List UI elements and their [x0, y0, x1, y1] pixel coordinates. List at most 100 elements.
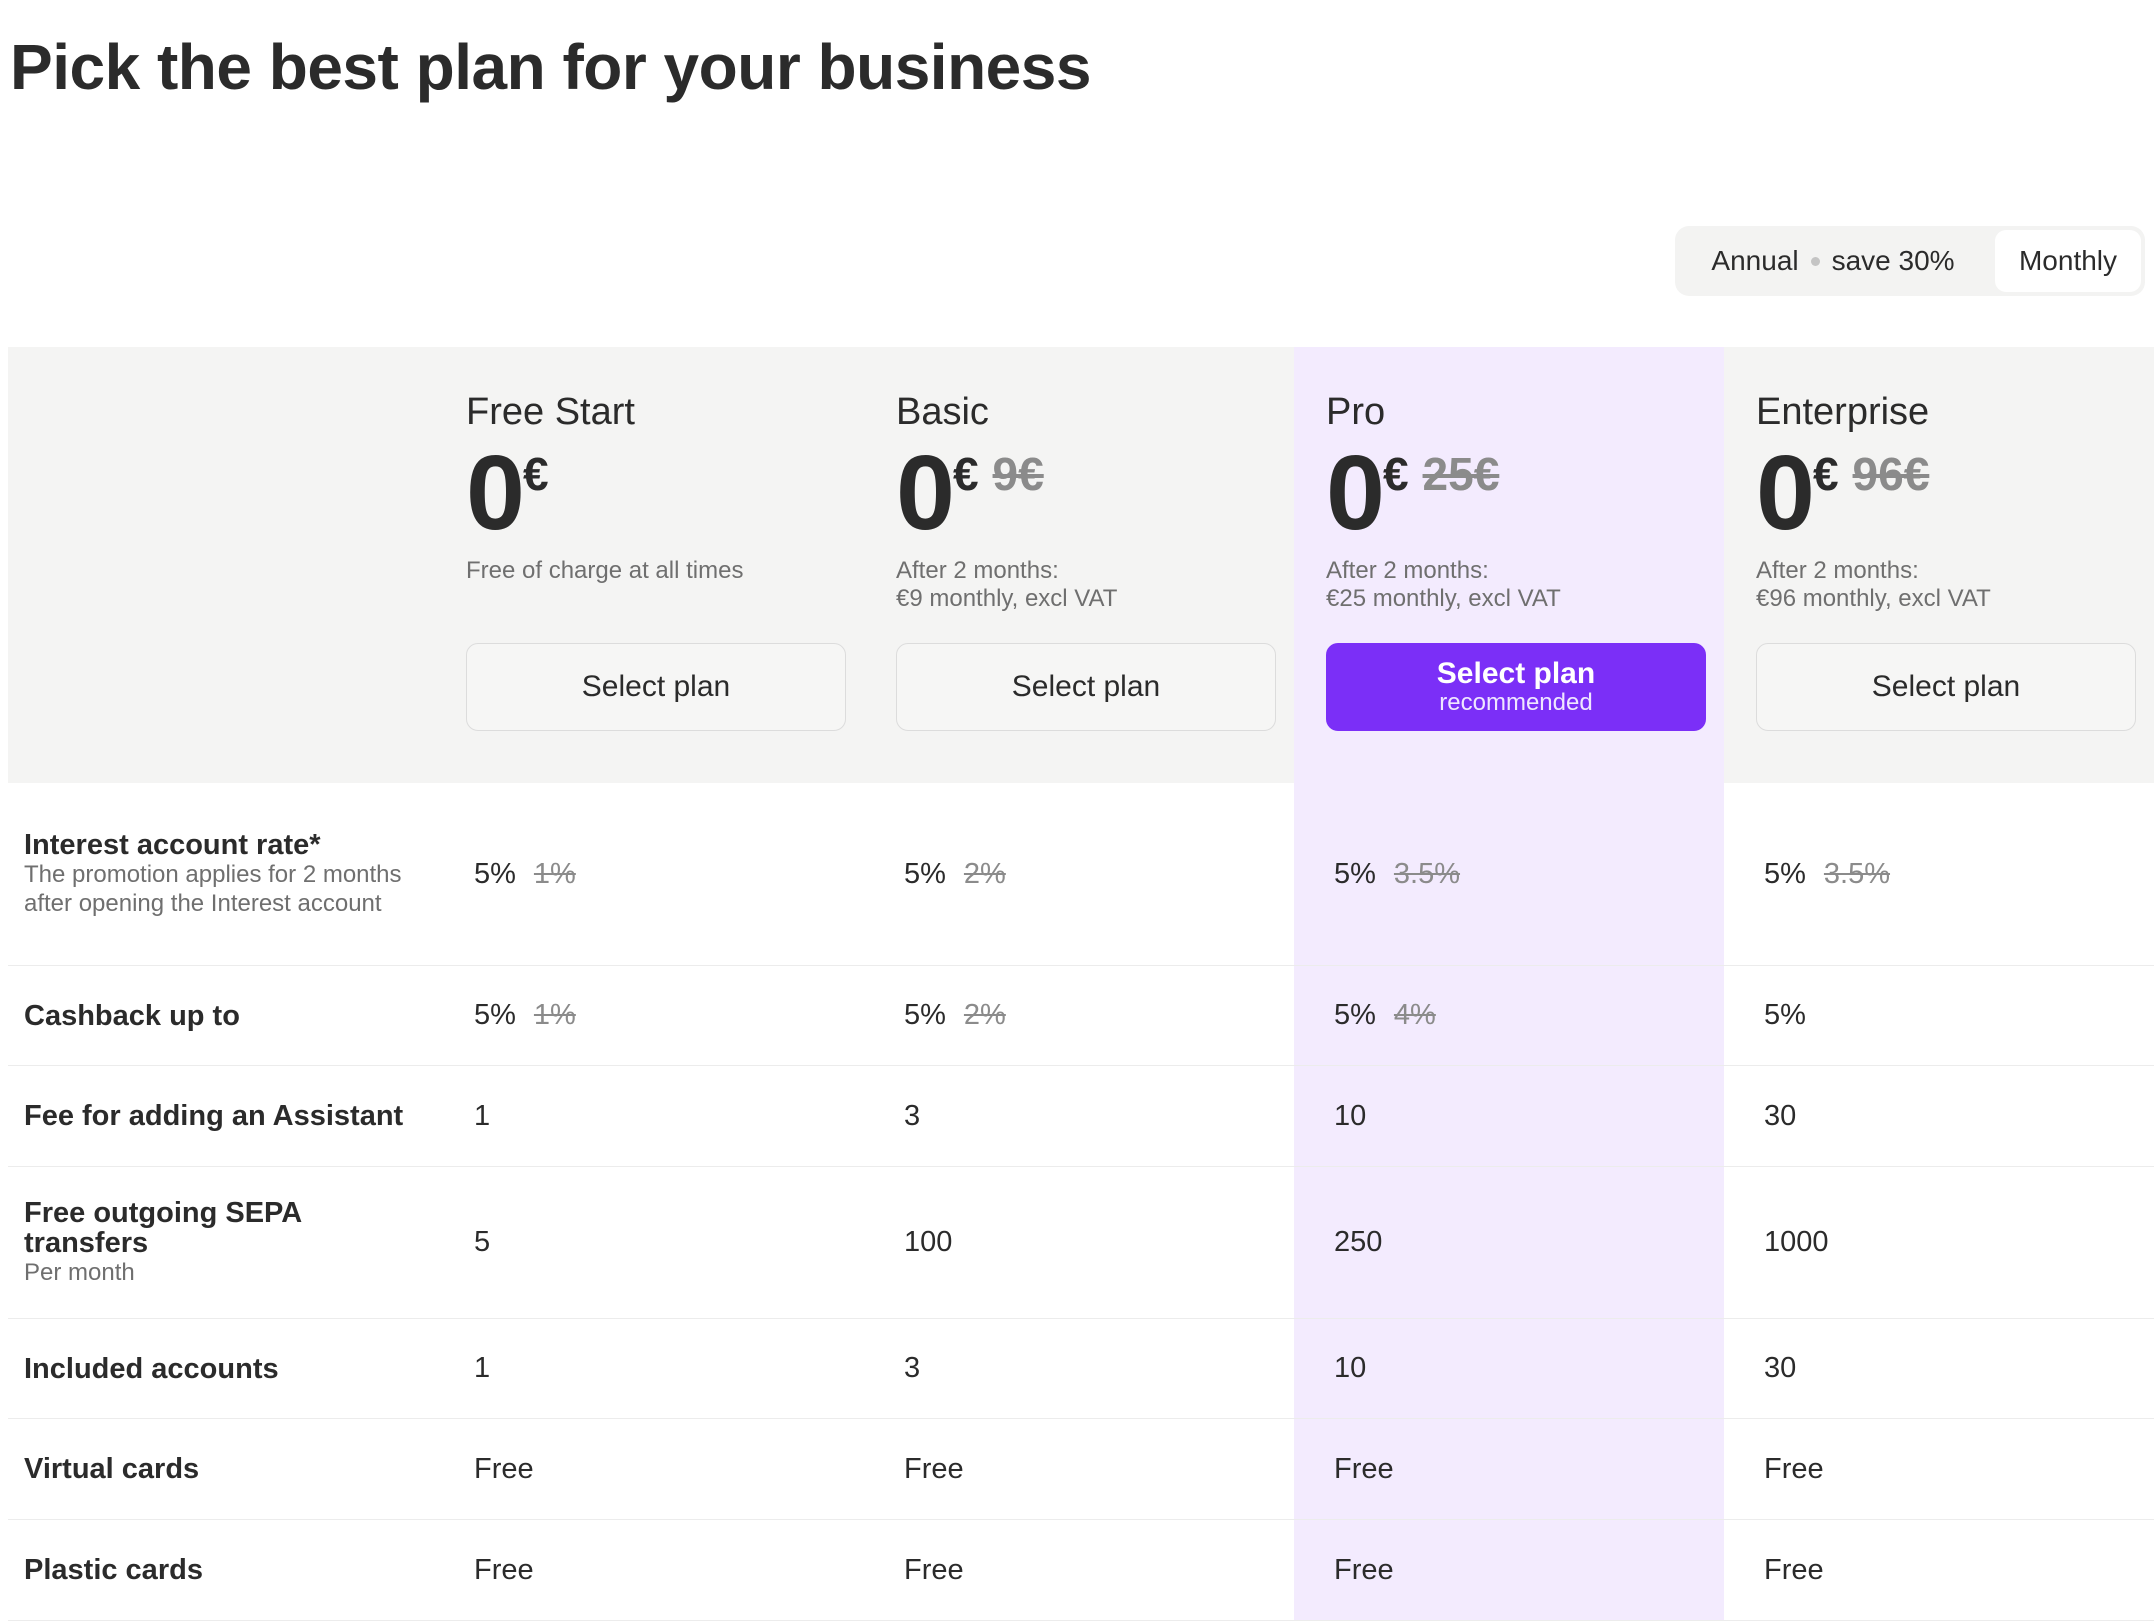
select-plan-button-free-start[interactable]: Select plan: [466, 643, 846, 731]
price-amount: 0: [896, 434, 955, 552]
select-plan-button-basic[interactable]: Select plan: [896, 643, 1276, 731]
feature-value-cell: 5% 2%: [904, 783, 1006, 965]
select-plan-button-pro[interactable]: Select plan recommended: [1326, 643, 1706, 731]
feature-value: Free: [904, 1452, 964, 1485]
feature-old-value: 3.5%: [1393, 857, 1461, 890]
feature-title: Plastic cards: [24, 1554, 203, 1586]
feature-old-value: 1%: [533, 999, 576, 1031]
feature-value-cell: 10: [1334, 1066, 1366, 1166]
feature-value: 5%: [1334, 999, 1376, 1031]
feature-title: Interest account rate*: [24, 829, 321, 861]
feature-row: Plastic cards Free Free Free Free: [8, 1520, 2154, 1621]
plan-name: Pro: [1326, 391, 1386, 433]
feature-title: Free outgoing SEPA transfers: [24, 1197, 302, 1259]
feature-value-cell: 5%: [1764, 966, 1806, 1065]
separator-dot-icon: [1810, 256, 1820, 266]
feature-value: Free: [1334, 1452, 1394, 1485]
feature-value: 3: [904, 1352, 921, 1384]
feature-value: Free: [1764, 1452, 1824, 1485]
recommended-label: recommended: [1439, 689, 1593, 716]
feature-value: 5%: [1334, 857, 1376, 890]
feature-value: 5%: [474, 857, 516, 890]
select-plan-label: Select plan: [581, 670, 731, 703]
price-currency: €: [952, 448, 979, 500]
plan-name: Enterprise: [1756, 391, 1930, 433]
original-price: 25€: [1422, 448, 1500, 500]
select-plan-button-enterprise[interactable]: Select plan: [1756, 643, 2136, 731]
pricing-table: Free Start 0€ Free of charge at all times S…: [8, 347, 2154, 1621]
feature-row: Included accounts 1 3 10 30: [8, 1319, 2154, 1419]
feature-old-value: 2%: [963, 857, 1006, 890]
billing-period-toggle[interactable]: Annual save 30% Monthly: [1675, 226, 2145, 296]
feature-value-cell: Free: [1764, 1520, 1824, 1620]
plan-header-basic: Basic 0€ 9€ After 2 months: €9 monthly, exc…: [896, 347, 1326, 783]
price-amount: 0: [1756, 434, 1815, 552]
feature-value-cell: 5: [474, 1167, 490, 1318]
plan-name: Free Start: [466, 391, 635, 433]
feature-value: 3: [904, 1099, 921, 1132]
select-plan-label: Select plan: [1011, 670, 1161, 703]
feature-value-cell: 5% 1%: [474, 966, 576, 1065]
feature-value: 1: [474, 1099, 491, 1132]
original-price: 9€: [992, 448, 1044, 500]
feature-value-cell: Free: [904, 1419, 964, 1519]
feature-label: Free outgoing SEPA transfers Per month: [24, 1167, 414, 1318]
feature-row: Interest account rate* The promotion appl…: [8, 783, 2154, 966]
feature-value: 30: [1764, 1352, 1797, 1384]
feature-rows: Interest account rate* The promotion appl…: [8, 783, 2154, 1621]
feature-value-cell: 1: [474, 1319, 490, 1418]
price-amount: 0: [466, 434, 525, 552]
feature-value-cell: 3: [904, 1319, 920, 1418]
feature-label: Cashback up to: [24, 966, 414, 1065]
feature-old-value: 3.5%: [1823, 857, 1891, 890]
feature-value: 10: [1334, 1352, 1367, 1384]
feature-row: Cashback up to 5% 1% 5% 2% 5% 4% 5%: [8, 966, 2154, 1066]
feature-title: Included accounts: [24, 1352, 279, 1385]
plan-description: Free of charge at all times: [466, 557, 744, 584]
feature-row: Fee for adding an Assistant 1 3 10 30: [8, 1066, 2154, 1167]
feature-title: Virtual cards: [24, 1453, 200, 1485]
price-currency: €: [1812, 448, 1839, 500]
monthly-label: Monthly: [2018, 245, 2118, 276]
feature-value-cell: 30: [1764, 1066, 1796, 1166]
feature-value: 5%: [904, 999, 946, 1031]
feature-value-cell: Free: [1764, 1419, 1824, 1519]
feature-value-cell: 30: [1764, 1319, 1796, 1418]
monthly-billing-option[interactable]: Monthly: [1995, 230, 2141, 292]
plan-price: 0€ 25€: [1326, 434, 1500, 552]
feature-value-cell: 1000: [1764, 1167, 1829, 1318]
feature-value-cell: 5% 1%: [474, 783, 576, 965]
price-currency: €: [1382, 448, 1409, 500]
plan-price: 0€ 9€: [896, 434, 1044, 552]
feature-value-cell: Free: [1334, 1520, 1394, 1620]
feature-value-cell: 1: [474, 1066, 490, 1166]
plan-header-enterprise: Enterprise 0€ 96€ After 2 months: €96 month…: [1756, 347, 2154, 783]
plan-header-pro: Pro 0€ 25€ After 2 months: €25 monthly, exc…: [1326, 347, 1756, 783]
annual-discount-label: save 30%: [1831, 245, 1955, 276]
feature-title: Fee for adding an Assistant: [24, 1100, 404, 1132]
plan-description: After 2 months: €96 monthly, excl VAT: [1756, 557, 1991, 612]
price-amount: 0: [1326, 434, 1385, 552]
feature-value: Free: [1334, 1553, 1394, 1586]
feature-label: Plastic cards: [24, 1520, 414, 1620]
feature-value-cell: Free: [904, 1520, 964, 1620]
feature-row: Free outgoing SEPA transfers Per month 5 10…: [8, 1167, 2154, 1319]
original-price: 96€: [1852, 448, 1930, 500]
feature-value-cell: 5% 2%: [904, 966, 1006, 1065]
plan-header-free-start: Free Start 0€ Free of charge at all times S…: [466, 347, 896, 783]
feature-value: 5%: [904, 857, 946, 890]
feature-value: 1000: [1764, 1226, 1829, 1258]
annual-billing-option[interactable]: Annual save 30%: [1675, 226, 1991, 296]
feature-value-cell: Free: [1334, 1419, 1394, 1519]
feature-value: 5%: [1764, 857, 1806, 890]
page-title: Pick the best plan for your business: [10, 31, 1091, 103]
feature-value: 5%: [474, 999, 516, 1031]
feature-value-cell: 10: [1334, 1319, 1366, 1418]
plans-header-row: Free Start 0€ Free of charge at all times S…: [8, 347, 2154, 783]
feature-value: 100: [904, 1226, 953, 1258]
feature-value: 250: [1334, 1226, 1383, 1258]
feature-value-cell: 250: [1334, 1167, 1382, 1318]
plan-name: Basic: [896, 391, 989, 433]
feature-value: Free: [1764, 1553, 1824, 1586]
feature-label: Included accounts: [24, 1319, 414, 1418]
